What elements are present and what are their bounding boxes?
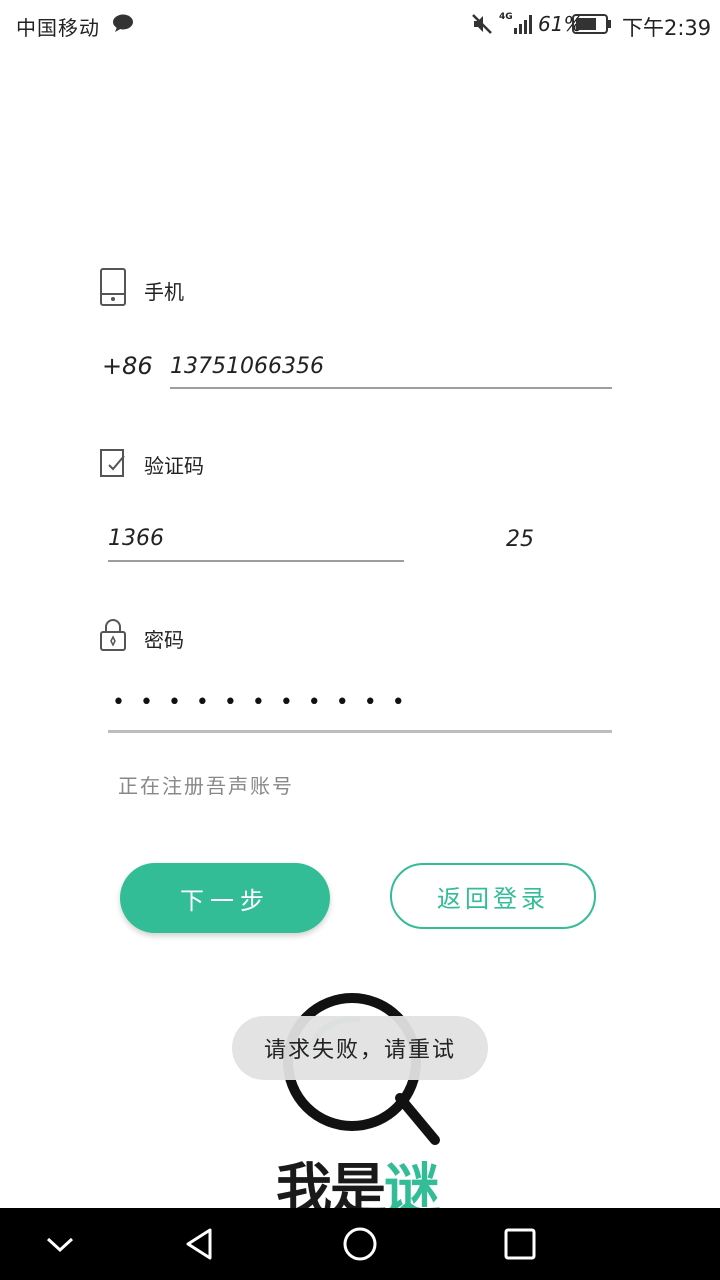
country-code[interactable]: +86 <box>102 352 153 380</box>
navigation-bar <box>0 1208 720 1280</box>
phone-input[interactable]: 13751066356 <box>170 354 324 379</box>
clock: 下午2:39 <box>622 16 712 40</box>
password-label: 密码 <box>144 628 184 652</box>
phone-icon <box>100 268 126 306</box>
phone-input-underline <box>170 387 612 389</box>
toast-message: 请求失败，请重试 <box>232 1016 488 1080</box>
registering-text: 正在注册吾声账号 <box>118 774 294 798</box>
network-type: 4G <box>499 12 513 22</box>
checkbox-icon <box>100 449 125 477</box>
lock-icon <box>100 619 126 651</box>
status-bar: 中国移动 4G 61% 下午2:39 <box>0 0 720 50</box>
phone-label: 手机 <box>144 280 184 304</box>
next-step-button[interactable]: 下一步 <box>120 863 330 933</box>
back-to-login-button[interactable]: 返回登录 <box>390 863 596 929</box>
password-input[interactable]: • • • • • • • • • • • <box>112 690 409 715</box>
recent-apps-icon[interactable] <box>502 1226 538 1262</box>
collapse-icon[interactable] <box>44 1230 76 1258</box>
battery-icon <box>572 14 611 34</box>
password-input-underline <box>108 730 612 733</box>
code-label: 验证码 <box>144 454 204 478</box>
signal-icon <box>514 15 532 34</box>
home-icon[interactable] <box>342 1226 378 1262</box>
code-input[interactable]: 1366 <box>108 526 164 551</box>
message-icon <box>113 14 133 32</box>
back-icon[interactable] <box>182 1226 218 1262</box>
code-countdown: 25 <box>506 527 534 552</box>
mute-icon <box>472 14 492 34</box>
carrier-name: 中国移动 <box>16 16 100 40</box>
code-input-underline <box>108 560 404 562</box>
